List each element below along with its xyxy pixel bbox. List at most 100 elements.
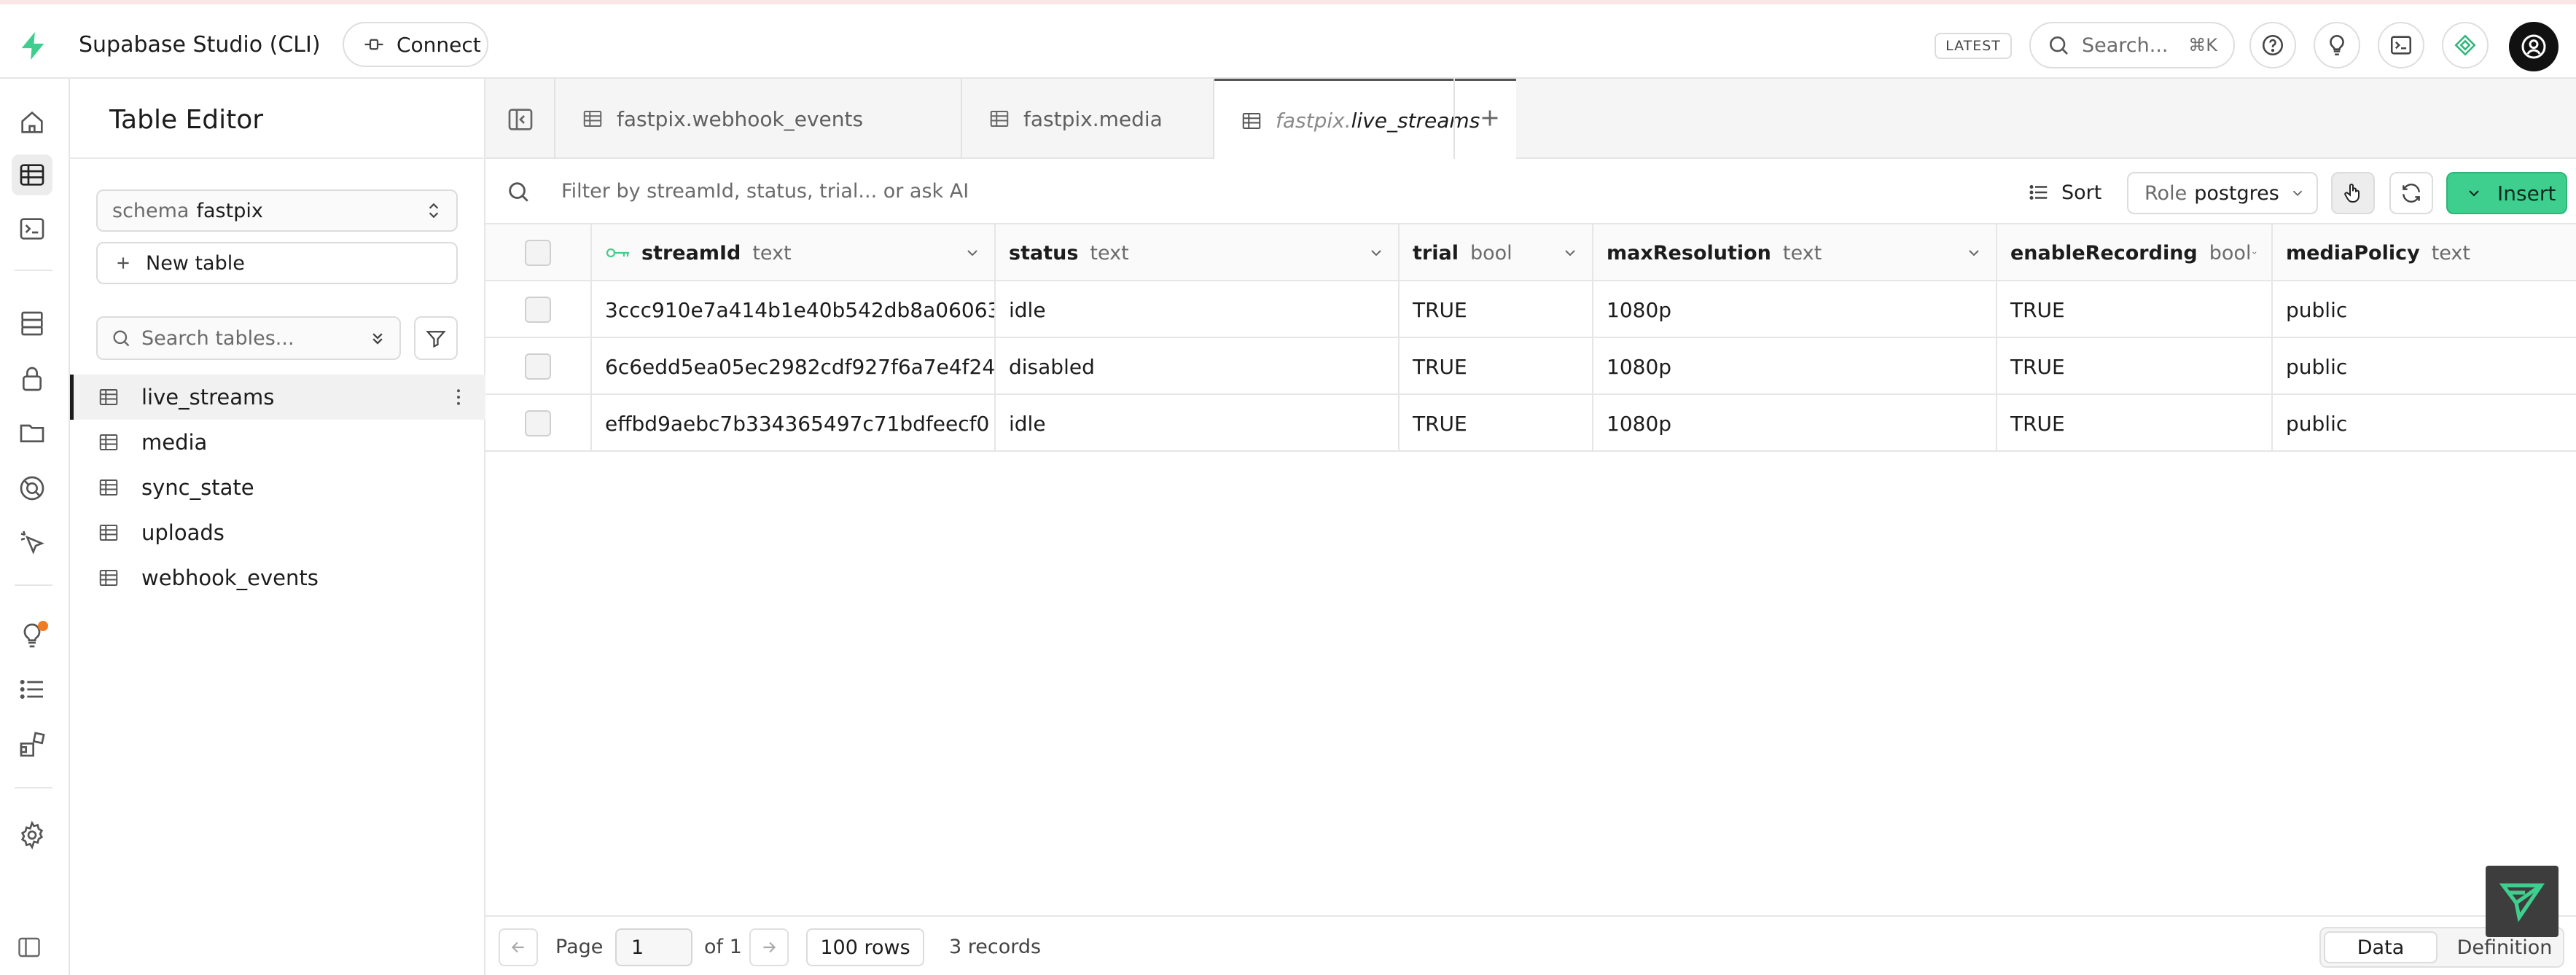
search-icon bbox=[2050, 36, 2068, 55]
help-button[interactable] bbox=[2249, 22, 2296, 68]
grid-cell[interactable]: TRUE bbox=[1400, 281, 1593, 338]
rows-per-page-button[interactable]: 100 rows bbox=[806, 928, 924, 966]
page-count: of 1 bbox=[704, 936, 742, 958]
grid-cell[interactable]: TRUE bbox=[1400, 338, 1593, 395]
database-icon bbox=[21, 311, 43, 336]
table-list-item[interactable]: live_streams bbox=[70, 375, 485, 420]
grid-cell[interactable]: 3ccc910e7a414b1e40b542db8a060634 bbox=[592, 281, 996, 338]
rail-home[interactable] bbox=[15, 105, 50, 140]
grid-cell[interactable]: TRUE bbox=[1997, 338, 2273, 395]
table-row[interactable]: 6c6edd5ea05ec2982cdf927f6a7e4f24 disable… bbox=[485, 338, 2576, 395]
table-list-item[interactable]: uploads bbox=[70, 510, 485, 555]
table-row[interactable]: 3ccc910e7a414b1e40b542db8a060634 idle TR… bbox=[485, 281, 2576, 338]
chevron-down-icon[interactable] bbox=[2251, 244, 2258, 262]
next-page-button[interactable] bbox=[749, 928, 789, 966]
schema-selector[interactable]: schema fastpix bbox=[96, 189, 458, 232]
column-header[interactable]: streamId text bbox=[592, 224, 996, 281]
rail-advisors[interactable] bbox=[15, 618, 50, 653]
chevron-down-icon[interactable] bbox=[1561, 244, 1579, 262]
column-header[interactable]: maxResolution text bbox=[1593, 224, 1997, 281]
connect-button[interactable]: Connect bbox=[343, 22, 488, 67]
grid-cell[interactable]: disabled bbox=[996, 338, 1400, 395]
page-number-input[interactable]: 1 bbox=[615, 928, 692, 966]
grid-cell[interactable]: effbd9aebc7b334365497c71bdfeecf0 bbox=[592, 395, 996, 452]
sort-button[interactable]: Sort bbox=[2015, 172, 2115, 213]
column-header[interactable]: status text bbox=[996, 224, 1400, 281]
rail-settings[interactable] bbox=[15, 818, 50, 853]
table-list-item[interactable]: sync_state bbox=[70, 465, 485, 510]
grid-cell[interactable]: 1080p bbox=[1593, 338, 1997, 395]
rail-realtime[interactable] bbox=[15, 471, 50, 506]
search-tables-input[interactable]: Search tables... bbox=[96, 316, 401, 360]
data-view-button[interactable]: Data bbox=[2324, 931, 2438, 963]
row-checkbox[interactable] bbox=[525, 410, 551, 436]
rail-database[interactable] bbox=[15, 306, 50, 341]
row-select-cell bbox=[485, 338, 592, 395]
chevrons-down-icon[interactable] bbox=[367, 328, 388, 348]
sort-label: Sort bbox=[2061, 181, 2102, 204]
sql-terminal-button[interactable] bbox=[2378, 22, 2424, 68]
supabase-logo-icon[interactable] bbox=[16, 29, 50, 63]
global-search[interactable]: Search... ⌘K bbox=[2029, 22, 2235, 68]
grid-cell[interactable]: public bbox=[2273, 395, 2576, 452]
user-avatar[interactable] bbox=[2509, 22, 2559, 71]
column-header[interactable]: enableRecording bool bbox=[1997, 224, 2273, 281]
new-tab-plus-icon[interactable] bbox=[1477, 105, 1503, 131]
global-search-placeholder: Search... bbox=[2082, 34, 2169, 57]
column-header[interactable]: mediaPolicy text bbox=[2273, 224, 2576, 281]
tab-webhook-events[interactable]: fastpix.webhook_events bbox=[555, 79, 961, 159]
rail-table-editor[interactable] bbox=[12, 154, 52, 195]
insert-button[interactable]: Insert bbox=[2446, 172, 2567, 214]
advisor-button[interactable] bbox=[2442, 22, 2489, 68]
tab-live-streams[interactable]: fastpix. live_streams bbox=[1214, 79, 1516, 160]
role-selector[interactable]: Role postgres bbox=[2127, 172, 2318, 214]
chevron-down-icon[interactable] bbox=[1965, 244, 1983, 262]
collapse-sidebar-icon[interactable] bbox=[506, 105, 535, 134]
row-checkbox[interactable] bbox=[525, 297, 551, 323]
grid-cell[interactable]: 1080p bbox=[1593, 395, 1997, 452]
schema-value: fastpix bbox=[196, 199, 263, 222]
rail-integrations[interactable] bbox=[15, 727, 50, 762]
grid-cell[interactable]: 6c6edd5ea05ec2982cdf927f6a7e4f24 bbox=[592, 338, 996, 395]
grid-cell[interactable]: TRUE bbox=[1997, 395, 2273, 452]
chevron-down-icon[interactable] bbox=[1367, 244, 1385, 262]
grid-cell[interactable]: TRUE bbox=[1400, 395, 1593, 452]
table-row[interactable]: effbd9aebc7b334365497c71bdfeecf0 idle TR… bbox=[485, 395, 2576, 452]
new-table-button[interactable]: New table bbox=[96, 242, 458, 284]
table-list: live_streams media sync_state uploads we… bbox=[70, 375, 485, 600]
grid-cell[interactable]: 1080p bbox=[1593, 281, 1997, 338]
rail-divider bbox=[15, 584, 52, 586]
hand-tool-button[interactable] bbox=[2331, 172, 2375, 214]
tab-media[interactable]: fastpix.media bbox=[962, 79, 1213, 159]
grid-cell[interactable]: idle bbox=[996, 395, 1400, 452]
feedback-widget-button[interactable] bbox=[2486, 866, 2559, 937]
chevron-down-icon[interactable] bbox=[964, 244, 981, 262]
select-all-checkbox[interactable] bbox=[525, 240, 551, 266]
tips-button[interactable] bbox=[2314, 22, 2360, 68]
filter-tables-button[interactable] bbox=[414, 316, 458, 360]
row-checkbox[interactable] bbox=[525, 353, 551, 380]
previous-page-button[interactable] bbox=[499, 928, 538, 966]
refresh-button[interactable] bbox=[2389, 172, 2433, 214]
search-tables-placeholder: Search tables... bbox=[141, 326, 294, 350]
grid-cell[interactable]: public bbox=[2273, 281, 2576, 338]
table-list-item[interactable]: webhook_events bbox=[70, 555, 485, 600]
grid-cell[interactable]: public bbox=[2273, 338, 2576, 395]
sidebar-divider bbox=[70, 157, 485, 159]
column-header[interactable]: trial bool bbox=[1400, 224, 1593, 281]
rail-edge-functions[interactable] bbox=[15, 525, 50, 560]
grid-cell[interactable]: TRUE bbox=[1997, 281, 2273, 338]
rail-sql-editor[interactable] bbox=[15, 211, 50, 246]
integrations-icon bbox=[20, 732, 45, 757]
expand-sidebar-icon[interactable] bbox=[16, 934, 42, 960]
rail-storage[interactable] bbox=[15, 415, 50, 450]
more-vertical-icon[interactable] bbox=[448, 386, 469, 408]
rail-authentication[interactable] bbox=[15, 361, 50, 396]
sort-list-icon bbox=[2029, 185, 2048, 200]
help-icon bbox=[2262, 34, 2284, 56]
filter-input[interactable]: Filter by streamId, status, trial... or … bbox=[561, 176, 969, 207]
cursor-click-icon bbox=[20, 530, 44, 555]
grid-cell[interactable]: idle bbox=[996, 281, 1400, 338]
table-list-item[interactable]: media bbox=[70, 420, 485, 465]
rail-logs[interactable] bbox=[15, 672, 50, 707]
